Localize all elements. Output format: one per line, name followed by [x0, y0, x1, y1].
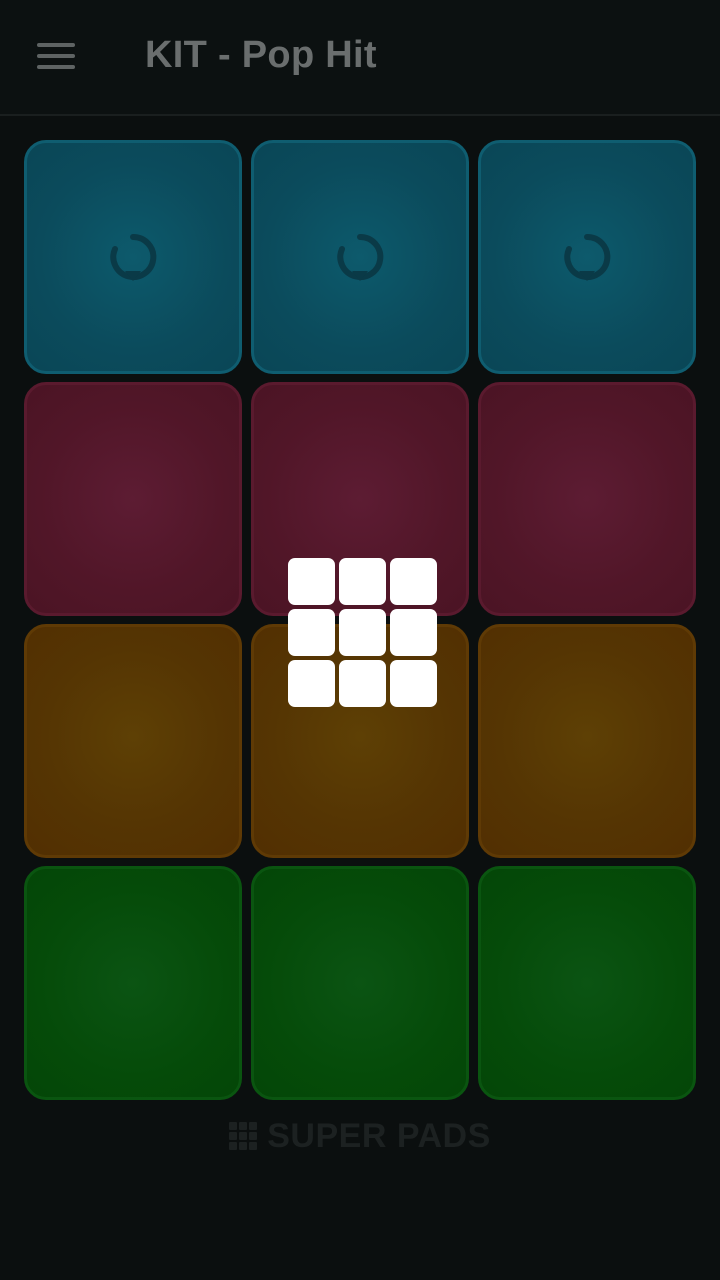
logo-cell [288, 660, 335, 707]
pad-3-1[interactable] [24, 624, 242, 858]
super-pads-logo-icon [229, 1122, 258, 1150]
logo-cell [288, 609, 335, 656]
pad-2-1[interactable] [24, 382, 242, 616]
pad-3-3[interactable] [478, 624, 696, 858]
pad-4-1[interactable] [24, 866, 242, 1100]
logo-cell [390, 660, 437, 707]
logo-cell [339, 609, 386, 656]
hamburger-menu-icon[interactable] [30, 36, 82, 76]
loop-icon [337, 233, 384, 281]
super-pads-logo-icon [288, 558, 438, 707]
app-screen: KIT - Pop Hit SUPER PADS [0, 0, 720, 1280]
footer-brand: SUPER PADS [0, 1114, 720, 1158]
logo-cell [339, 660, 386, 707]
logo-cell [390, 609, 437, 656]
pad-4-2[interactable] [251, 866, 469, 1100]
pad-1-1[interactable] [24, 140, 242, 374]
logo-cell [339, 558, 386, 605]
pad-2-3[interactable] [478, 382, 696, 616]
menu-bar-bottom [37, 65, 75, 69]
pad-1-3[interactable] [478, 140, 696, 374]
logo-cell [288, 558, 335, 605]
loop-icon [564, 233, 611, 281]
loop-icon [110, 233, 157, 281]
brand-name: SUPER PADS [267, 1116, 491, 1155]
menu-bar-middle [37, 54, 75, 58]
kit-title: KIT - Pop Hit [145, 34, 377, 76]
menu-bar-top [37, 43, 75, 47]
top-app-bar: KIT - Pop Hit [0, 0, 720, 116]
logo-cell [390, 558, 437, 605]
pad-4-3[interactable] [478, 866, 696, 1100]
pad-1-2[interactable] [251, 140, 469, 374]
